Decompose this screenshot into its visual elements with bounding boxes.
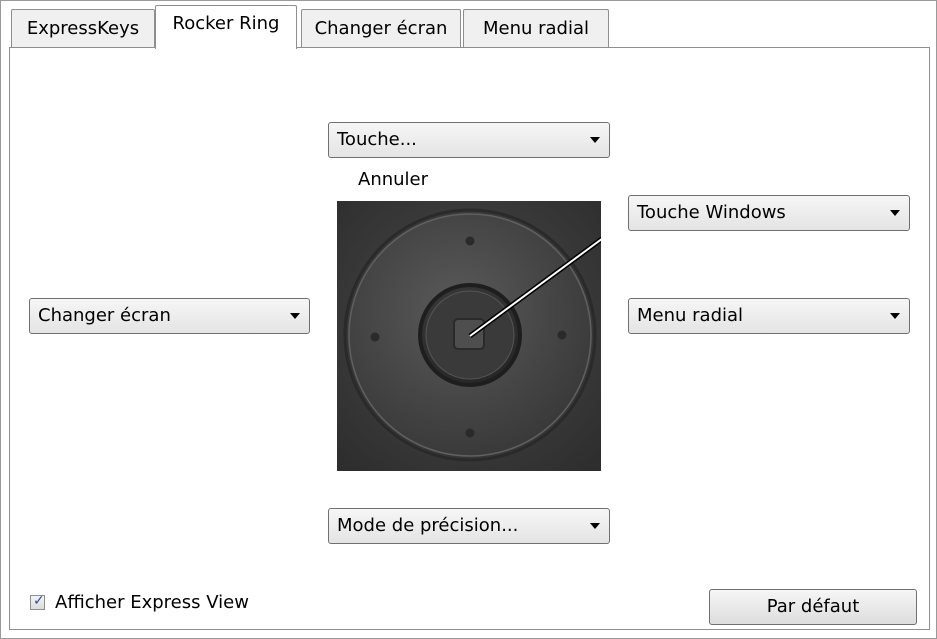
tab-label: ExpressKeys	[26, 18, 140, 39]
chevron-down-icon	[590, 137, 600, 143]
properties-window: ExpressKeys Rocker Ring Changer écran Me…	[0, 0, 937, 639]
rocker-left-value: Changer écran	[38, 305, 171, 326]
tab-label: Changer écran	[314, 18, 448, 39]
rocker-ring-image	[337, 201, 601, 471]
chevron-down-icon	[590, 523, 600, 529]
rocker-right-value: Menu radial	[637, 305, 744, 326]
tab-rocker-ring[interactable]: Rocker Ring	[155, 5, 297, 49]
checkmark-icon: ✓	[33, 593, 45, 609]
rocker-top-description: Annuler	[358, 169, 429, 190]
chevron-down-icon	[890, 313, 900, 319]
default-button[interactable]: Par défaut	[709, 589, 917, 625]
tab-label: Menu radial	[482, 18, 590, 39]
rocker-bottom-select[interactable]: Mode de précision...	[328, 508, 610, 544]
default-button-label: Par défaut	[766, 596, 860, 617]
rocker-top-select[interactable]: Touche...	[328, 122, 610, 158]
rocker-top-value: Touche...	[337, 129, 417, 150]
rocker-right-select[interactable]: Menu radial	[628, 298, 910, 334]
show-express-view-checkbox[interactable]: ✓	[30, 593, 45, 610]
rocker-center-select[interactable]: Touche Windows	[628, 195, 910, 231]
rocker-center-value: Touche Windows	[637, 202, 786, 223]
tab-menu-radial[interactable]: Menu radial	[463, 9, 609, 47]
chevron-down-icon	[890, 210, 900, 216]
show-express-view-label: Afficher Express View	[55, 592, 249, 613]
rocker-bottom-value: Mode de précision...	[337, 515, 519, 536]
tab-label: Rocker Ring	[172, 13, 280, 34]
chevron-down-icon	[290, 313, 300, 319]
tab-expresskeys[interactable]: ExpressKeys	[11, 9, 155, 47]
tab-changer-ecran[interactable]: Changer écran	[301, 9, 461, 47]
rocker-left-select[interactable]: Changer écran	[29, 298, 310, 334]
